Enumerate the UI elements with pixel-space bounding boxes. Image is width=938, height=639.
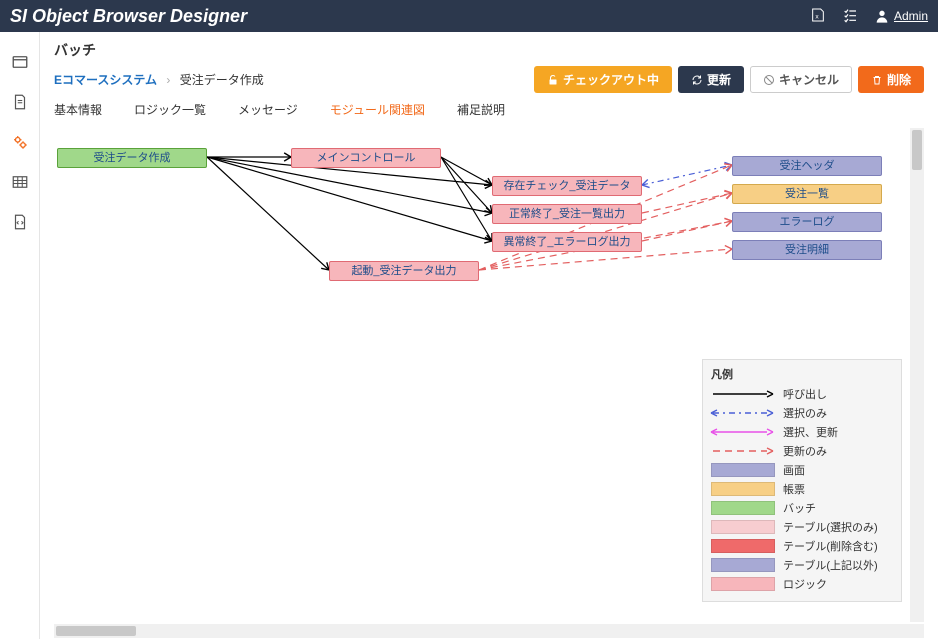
vertical-scrollbar[interactable] [910, 128, 924, 622]
diagram-node[interactable]: 起動_受注データ出力 [329, 261, 479, 281]
page-title: バッチ [54, 40, 924, 60]
trash-icon [871, 74, 883, 86]
legend-swatch-row: ロジック [711, 576, 893, 592]
user-icon [874, 8, 890, 24]
sidebar-document-icon[interactable] [0, 82, 40, 122]
sidebar-gears-icon[interactable] [0, 122, 40, 162]
update-button[interactable]: 更新 [678, 66, 744, 93]
diagram-canvas[interactable]: 受注データ作成 メインコントロール起動_受注データ出力 存在チェック_受注データ正常… [54, 128, 924, 622]
legend-swatch-row: テーブル(削除含む) [711, 538, 893, 554]
diagram-node[interactable]: エラーログ [732, 212, 882, 232]
svg-text:x: x [815, 13, 819, 20]
legend-swatch-row: 画面 [711, 462, 893, 478]
tab-3[interactable]: モジュール関連図 [330, 101, 425, 118]
legend-swatch-row: 帳票 [711, 481, 893, 497]
breadcrumb-root[interactable]: Eコマースシステム [54, 73, 157, 87]
horizontal-scrollbar[interactable] [54, 624, 924, 638]
diagram-node[interactable]: 受注ヘッダ [732, 156, 882, 176]
refresh-icon [691, 74, 703, 86]
tab-0[interactable]: 基本情報 [54, 101, 102, 118]
legend: 凡例 呼び出し選択のみ選択、更新更新のみ 画面帳票バッチテーブル(選択のみ) テー… [702, 359, 902, 602]
legend-line-row: 選択、更新 [711, 424, 893, 440]
diagram-node[interactable]: 正常終了_受注一覧出力 [492, 204, 642, 224]
topbar-right: x Admin [810, 7, 928, 26]
diagram-node[interactable]: 受注明細 [732, 240, 882, 260]
cancel-icon [763, 74, 775, 86]
main: バッチ Eコマースシステム › 受注データ作成 チェックアウト中 更新 キャンセ… [40, 32, 938, 639]
brand: SI Object Browser Designer [10, 6, 247, 27]
checklist-icon[interactable] [842, 7, 858, 26]
sidebar-code-icon[interactable] [0, 202, 40, 242]
diagram-canvas-wrap: 受注データ作成 メインコントロール起動_受注データ出力 存在チェック_受注データ正常… [54, 128, 924, 638]
diagram-node[interactable]: 異常終了_エラーログ出力 [492, 232, 642, 252]
sidebar-window-icon[interactable] [0, 42, 40, 82]
action-buttons: チェックアウト中 更新 キャンセル 削除 [534, 66, 924, 93]
user-name: Admin [894, 9, 928, 23]
legend-title: 凡例 [711, 366, 893, 382]
breadcrumb-sep: › [166, 73, 170, 87]
excel-icon[interactable]: x [810, 7, 826, 26]
tab-2[interactable]: メッセージ [238, 101, 298, 118]
legend-line-row: 選択のみ [711, 405, 893, 421]
header-row: Eコマースシステム › 受注データ作成 チェックアウト中 更新 キャンセル 削除 [54, 66, 924, 93]
diagram-node[interactable]: 受注データ作成 [57, 148, 207, 168]
delete-button[interactable]: 削除 [858, 66, 924, 93]
vertical-scrollbar-thumb[interactable] [912, 130, 922, 170]
topbar: SI Object Browser Designer x Admin [0, 0, 938, 32]
legend-swatch-row: テーブル(選択のみ) [711, 519, 893, 535]
legend-line-row: 更新のみ [711, 443, 893, 459]
user-link[interactable]: Admin [874, 8, 928, 24]
tab-4[interactable]: 補足説明 [457, 101, 505, 118]
breadcrumb: Eコマースシステム › 受注データ作成 [54, 71, 264, 88]
tabs: 基本情報 ロジック一覧 メッセージ モジュール関連図 補足説明 [54, 101, 924, 118]
diagram-node[interactable]: 存在チェック_受注データ [492, 176, 642, 196]
legend-line-row: 呼び出し [711, 386, 893, 402]
checkout-button[interactable]: チェックアウト中 [534, 66, 672, 93]
unlock-icon [547, 74, 559, 86]
legend-swatch-row: バッチ [711, 500, 893, 516]
legend-swatch-row: テーブル(上記以外) [711, 557, 893, 573]
tab-1[interactable]: ロジック一覧 [134, 101, 206, 118]
cancel-button[interactable]: キャンセル [750, 66, 852, 93]
sidebar [0, 32, 40, 639]
diagram-node[interactable]: メインコントロール [291, 148, 441, 168]
breadcrumb-current: 受注データ作成 [180, 73, 264, 87]
horizontal-scrollbar-thumb[interactable] [56, 626, 136, 636]
sidebar-table-icon[interactable] [0, 162, 40, 202]
diagram-node[interactable]: 受注一覧 [732, 184, 882, 204]
